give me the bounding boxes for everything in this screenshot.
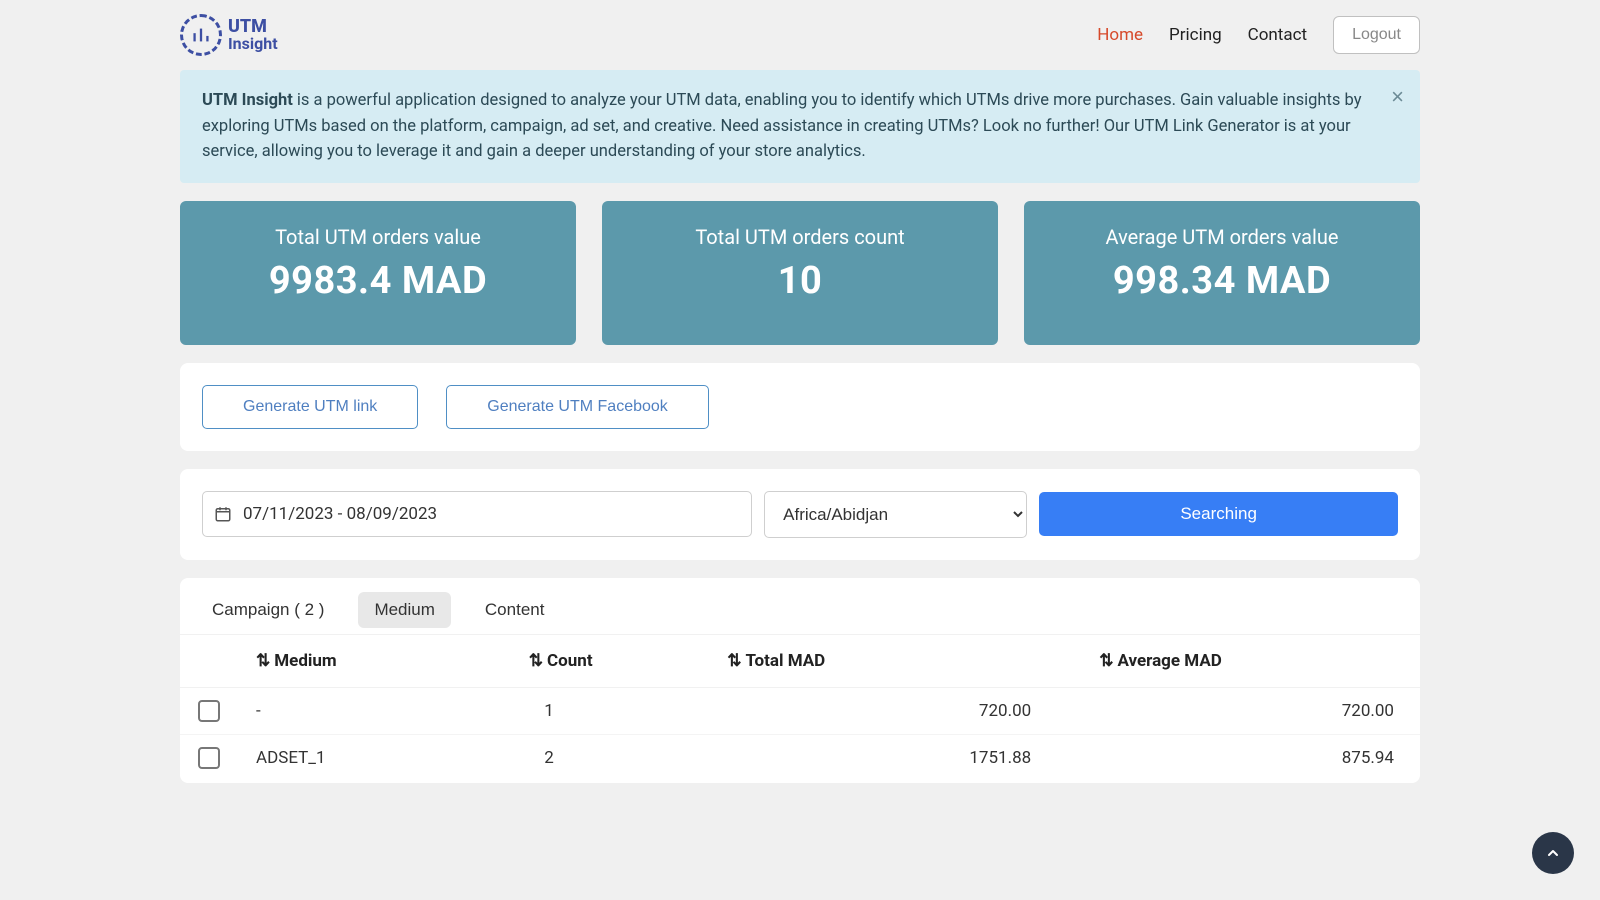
logo-text: UTMInsight xyxy=(228,18,278,52)
header: UTMInsight Home Pricing Contact Logout xyxy=(180,0,1420,70)
generate-utm-facebook-button[interactable]: Generate UTM Facebook xyxy=(446,385,709,429)
stat-total-value-number: 9983.4 MAD xyxy=(190,259,566,303)
search-button[interactable]: Searching xyxy=(1039,492,1398,536)
info-banner-strong: UTM Insight xyxy=(202,91,293,110)
generate-card: Generate UTM link Generate UTM Facebook xyxy=(180,363,1420,451)
col-header-checkbox xyxy=(180,634,238,687)
nav-contact[interactable]: Contact xyxy=(1248,25,1307,45)
date-range-input[interactable]: 07/11/2023 - 08/09/2023 xyxy=(202,491,752,537)
stat-avg-value-label: Average UTM orders value xyxy=(1034,225,1410,249)
logo-icon xyxy=(180,14,222,56)
stat-total-value: Total UTM orders value 9983.4 MAD xyxy=(180,201,576,345)
stat-total-count-number: 10 xyxy=(612,259,988,303)
col-header-avg[interactable]: ⇅Average MAD xyxy=(1081,634,1420,687)
row-checkbox[interactable] xyxy=(198,747,220,769)
sort-icon: ⇅ xyxy=(1099,651,1113,671)
chevron-up-icon xyxy=(1545,845,1561,861)
cell-count: 1 xyxy=(511,687,709,734)
cell-total: 1751.88 xyxy=(709,734,1081,781)
cell-count: 2 xyxy=(511,734,709,781)
col-header-total[interactable]: ⇅Total MAD xyxy=(709,634,1081,687)
col-header-count[interactable]: ⇅Count xyxy=(511,634,709,687)
results-table: ⇅Medium ⇅Count ⇅Total MAD ⇅Average MAD -… xyxy=(180,628,1420,783)
table-row: ADSET_1 2 1751.88 875.94 xyxy=(180,734,1420,781)
sort-icon: ⇅ xyxy=(256,651,270,671)
date-range-value: 07/11/2023 - 08/09/2023 xyxy=(202,491,752,537)
stat-avg-value: Average UTM orders value 998.34 MAD xyxy=(1024,201,1420,345)
stat-total-count-label: Total UTM orders count xyxy=(612,225,988,249)
cell-avg: 720.00 xyxy=(1081,687,1420,734)
row-checkbox[interactable] xyxy=(198,700,220,722)
sort-icon: ⇅ xyxy=(727,651,741,671)
calendar-icon xyxy=(214,505,232,523)
scroll-top-button[interactable] xyxy=(1532,832,1574,874)
table-row: - 1 720.00 720.00 xyxy=(180,687,1420,734)
cell-total: 720.00 xyxy=(709,687,1081,734)
tab-content[interactable]: Content xyxy=(469,592,561,628)
main-nav: Home Pricing Contact Logout xyxy=(1097,16,1420,54)
stat-total-count: Total UTM orders count 10 xyxy=(602,201,998,345)
logout-button[interactable]: Logout xyxy=(1333,16,1420,54)
timezone-select[interactable]: Africa/Abidjan xyxy=(764,491,1027,538)
tab-campaign[interactable]: Campaign ( 2 ) xyxy=(196,592,340,628)
col-header-medium[interactable]: ⇅Medium xyxy=(238,634,511,687)
sort-icon: ⇅ xyxy=(529,651,543,671)
stat-avg-value-number: 998.34 MAD xyxy=(1034,259,1410,303)
logo[interactable]: UTMInsight xyxy=(180,14,278,56)
cell-medium: - xyxy=(238,687,511,734)
stat-total-value-label: Total UTM orders value xyxy=(190,225,566,249)
tab-medium[interactable]: Medium xyxy=(358,592,450,628)
generate-utm-link-button[interactable]: Generate UTM link xyxy=(202,385,418,429)
stats-row: Total UTM orders value 9983.4 MAD Total … xyxy=(180,201,1420,345)
nav-home[interactable]: Home xyxy=(1097,25,1143,45)
tabs: Campaign ( 2 ) Medium Content xyxy=(180,578,1420,628)
cell-avg: 875.94 xyxy=(1081,734,1420,781)
info-banner: UTM Insight is a powerful application de… xyxy=(180,70,1420,183)
info-banner-text: is a powerful application designed to an… xyxy=(202,91,1362,161)
search-card: 07/11/2023 - 08/09/2023 Africa/Abidjan S… xyxy=(180,469,1420,560)
cell-medium: ADSET_1 xyxy=(238,734,511,781)
nav-pricing[interactable]: Pricing xyxy=(1169,25,1222,45)
close-icon[interactable]: × xyxy=(1391,84,1404,110)
